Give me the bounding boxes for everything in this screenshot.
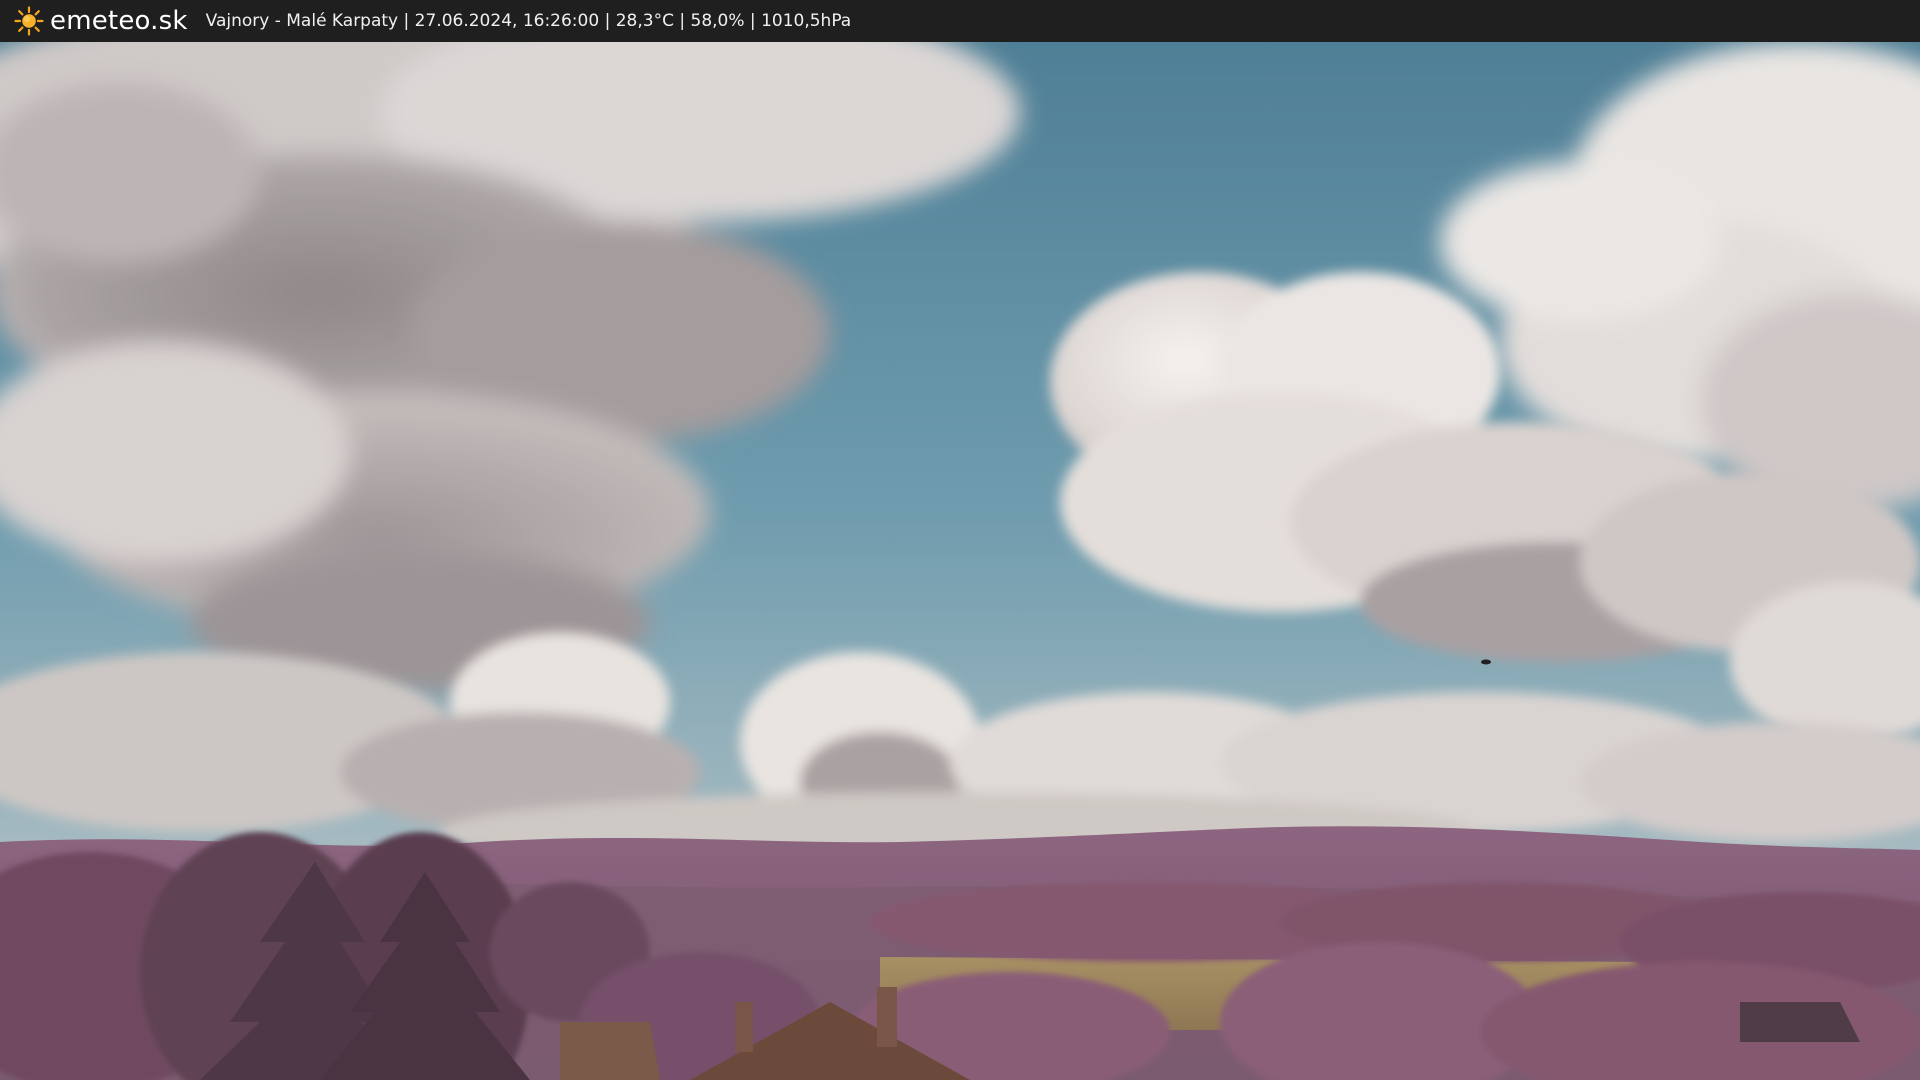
datetime-label: 27.06.2024, 16:26:00 bbox=[414, 11, 600, 31]
temperature-value: 28,3°C bbox=[615, 11, 674, 31]
station-caption: Vajnory - Malé Karpaty | 27.06.2024, 16:… bbox=[206, 11, 852, 31]
chimney bbox=[877, 987, 897, 1047]
sun-icon bbox=[14, 6, 44, 36]
webcam-scene bbox=[0, 42, 1920, 1080]
brand-logo[interactable]: emeteo.sk bbox=[14, 6, 188, 36]
house-roof bbox=[1740, 1002, 1860, 1042]
separator: | bbox=[673, 11, 691, 31]
webcam-image bbox=[0, 42, 1920, 1080]
chimney bbox=[735, 1002, 753, 1052]
pressure-value: 1010,5hPa bbox=[761, 11, 852, 31]
house-roof bbox=[560, 1022, 660, 1080]
header-bar: emeteo.sk Vajnory - Malé Karpaty | 27.06… bbox=[0, 0, 1920, 42]
separator: | bbox=[599, 11, 616, 31]
location-label: Vajnory - Malé Karpaty bbox=[205, 11, 399, 31]
separator: | bbox=[398, 11, 415, 31]
separator: | bbox=[744, 11, 762, 31]
humidity-value: 58,0% bbox=[690, 11, 745, 31]
bird bbox=[1481, 659, 1491, 665]
brand-name: emeteo.sk bbox=[50, 6, 188, 36]
